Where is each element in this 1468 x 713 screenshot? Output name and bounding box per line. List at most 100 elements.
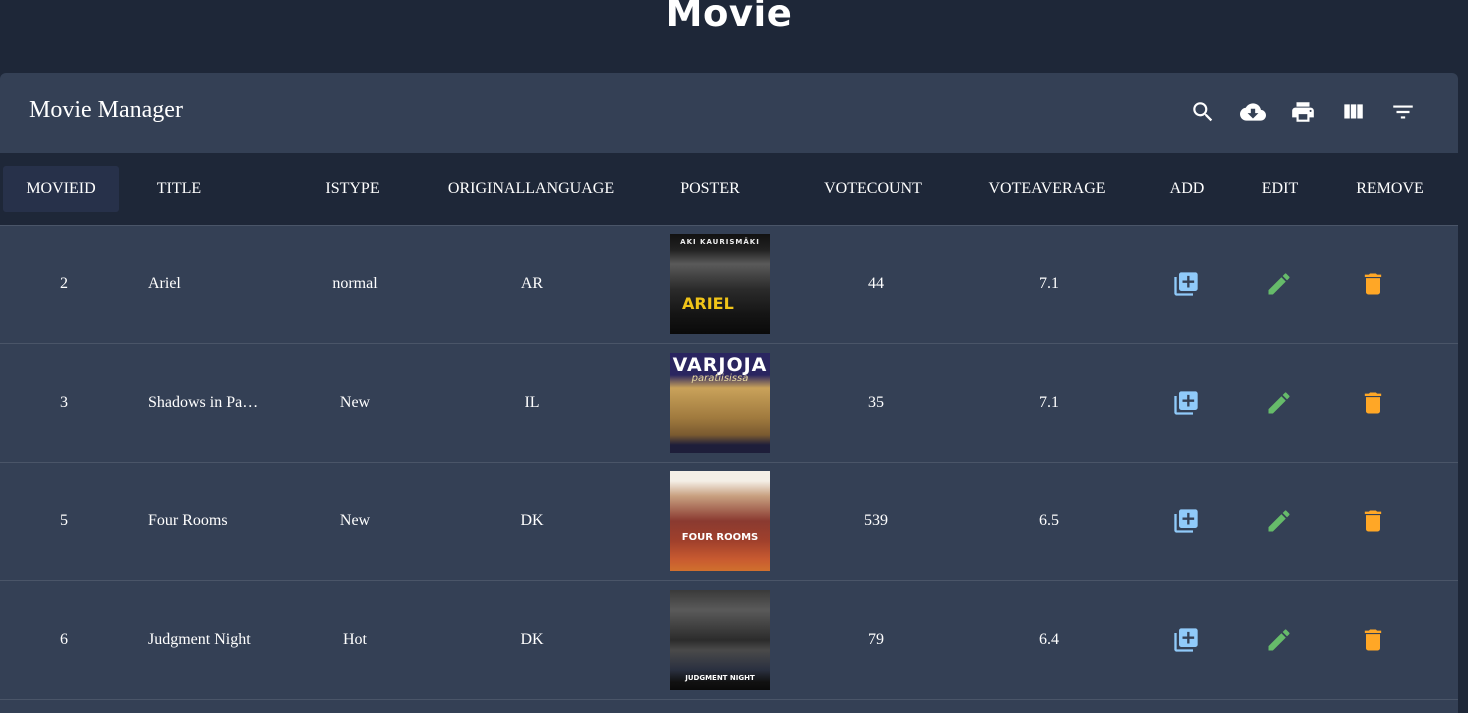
table-row: 3 Shadows in Pa… New IL VARJOJA paratiis… (0, 344, 1458, 463)
voteaverage-cell: 7.1 (1039, 394, 1059, 411)
language-cell: DK (520, 631, 544, 648)
add-button[interactable] (1171, 506, 1201, 536)
voteaverage-cell: 6.4 (1039, 631, 1059, 648)
votecount-cell: 79 (868, 631, 884, 648)
remove-button[interactable] (1358, 269, 1388, 299)
edit-button[interactable] (1264, 625, 1294, 655)
columns-button[interactable] (1337, 96, 1369, 128)
movie-table-panel: Movie Manager MOVIEID TITLE ISTYPE ORIGI… (0, 73, 1458, 713)
column-header-edit: EDIT (1261, 180, 1299, 197)
remove-button[interactable] (1358, 388, 1388, 418)
edit-cell (1229, 581, 1329, 699)
edit-button[interactable] (1264, 506, 1294, 536)
cloud-download-icon (1240, 103, 1266, 121)
column-header-originallanguage[interactable]: ORIGINALLANGUAGE (420, 153, 642, 225)
remove-cell (1323, 225, 1423, 343)
poster-caption: JUDGMENT NIGHT (685, 674, 755, 682)
poster-image: VARJOJA paratiisissa (670, 353, 770, 453)
title-cell: Four Rooms (148, 512, 228, 529)
remove-cell (1323, 462, 1423, 580)
edit-cell (1229, 462, 1329, 580)
remove-button[interactable] (1358, 506, 1388, 536)
poster-cell: VARJOJA paratiisissa (670, 344, 770, 462)
language-cell: IL (524, 394, 540, 411)
remove-button[interactable] (1358, 625, 1388, 655)
add-cell (1136, 344, 1236, 462)
poster-cell: JUDGMENT NIGHT (670, 581, 770, 699)
trash-icon (1364, 510, 1382, 532)
table-row: 6 Judgment Night Hot DK JUDGMENT NIGHT 7… (0, 581, 1458, 700)
add-button[interactable] (1171, 388, 1201, 418)
table-toolbar: Movie Manager (0, 73, 1458, 153)
view-column-icon (1344, 104, 1363, 119)
page-title: Movie (665, 0, 793, 35)
library-add-icon (1174, 391, 1198, 415)
title-cell: Judgment Night (148, 631, 251, 648)
table-row: 2 Ariel normal AR AKI KAURISMÄKI ARIEL 4… (0, 225, 1458, 344)
trash-icon (1364, 392, 1382, 414)
library-add-icon (1174, 272, 1198, 296)
votecount-cell: 44 (868, 275, 884, 292)
edit-cell (1229, 225, 1329, 343)
votecount-cell: 35 (868, 394, 884, 411)
add-button[interactable] (1171, 625, 1201, 655)
column-header-votecount[interactable]: VOTECOUNT (805, 153, 941, 225)
table-row: 5 Four Rooms New DK FOUR ROOMS 539 6.5 (0, 462, 1458, 581)
edit-button[interactable] (1264, 269, 1294, 299)
poster-image: AKI KAURISMÄKI ARIEL (670, 234, 770, 334)
poster-image: FOUR ROOMS (670, 471, 770, 571)
add-cell (1136, 225, 1236, 343)
filter-list-icon (1393, 105, 1413, 119)
column-header-voteaverage[interactable]: VOTEAVERAGE (970, 153, 1124, 225)
language-cell: AR (520, 275, 544, 292)
poster-image: JUDGMENT NIGHT (670, 590, 770, 690)
movieid-cell: 6 (60, 631, 68, 648)
poster-caption: AKI KAURISMÄKI (680, 238, 760, 246)
column-header-istype[interactable]: ISTYPE (305, 153, 400, 225)
pencil-icon (1268, 629, 1290, 651)
column-header-title[interactable]: TITLE (140, 153, 218, 225)
search-button[interactable] (1187, 96, 1219, 128)
export-button[interactable] (1237, 96, 1269, 128)
voteaverage-cell: 7.1 (1039, 275, 1059, 292)
istype-cell: New (339, 512, 371, 529)
istype-cell: New (339, 394, 371, 411)
pencil-icon (1268, 273, 1290, 295)
poster-caption: FOUR ROOMS (681, 532, 759, 543)
add-cell (1136, 462, 1236, 580)
pencil-icon (1268, 510, 1290, 532)
edit-button[interactable] (1264, 388, 1294, 418)
table-header: MOVIEID TITLE ISTYPE ORIGINALLANGUAGE PO… (0, 153, 1458, 226)
trash-icon (1364, 273, 1382, 295)
add-button[interactable] (1171, 269, 1201, 299)
title-cell: Shadows in Pa… (148, 394, 259, 411)
library-add-icon (1174, 509, 1198, 533)
remove-cell (1323, 344, 1423, 462)
poster-cell: AKI KAURISMÄKI ARIEL (670, 225, 770, 343)
voteaverage-cell: 6.5 (1039, 512, 1059, 529)
movieid-cell: 2 (60, 275, 68, 292)
print-icon (1292, 102, 1314, 122)
toolbar-title: Movie Manager (29, 97, 183, 123)
movieid-cell: 3 (60, 394, 68, 411)
trash-icon (1364, 629, 1382, 651)
movieid-cell: 5 (60, 512, 68, 529)
add-cell (1136, 581, 1236, 699)
poster-cell: FOUR ROOMS (670, 462, 770, 580)
edit-cell (1229, 344, 1329, 462)
language-cell: DK (520, 512, 544, 529)
column-header-movieid[interactable]: MOVIEID (3, 166, 119, 212)
pencil-icon (1268, 392, 1290, 414)
search-icon (1193, 102, 1213, 122)
print-button[interactable] (1287, 96, 1319, 128)
column-header-add: ADD (1169, 180, 1205, 197)
remove-cell (1323, 581, 1423, 699)
poster-caption: paratiisissa (691, 373, 749, 384)
istype-cell: normal (332, 275, 378, 292)
votecount-cell: 539 (864, 512, 888, 529)
title-cell: Ariel (148, 275, 181, 292)
poster-caption: ARIEL (682, 294, 734, 313)
filter-button[interactable] (1387, 96, 1419, 128)
column-header-poster[interactable]: POSTER (665, 153, 755, 225)
istype-cell: Hot (343, 631, 367, 648)
